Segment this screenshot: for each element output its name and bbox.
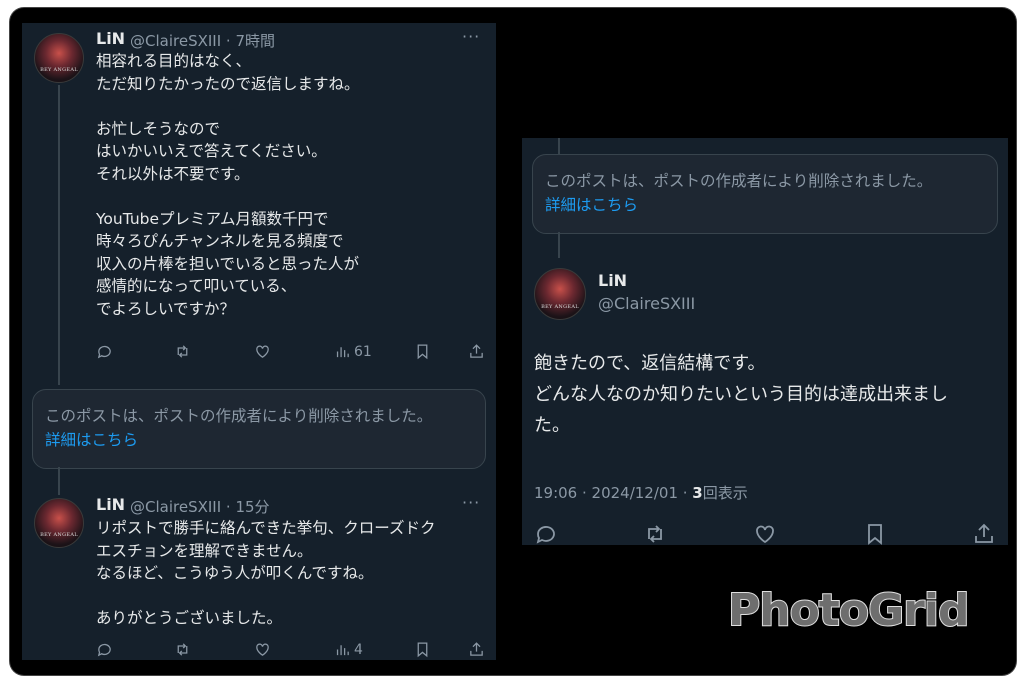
views-icon xyxy=(336,347,349,358)
left-screenshot-panel: BEY ANGEAL LiN @ClaireSXIII · 7時間 ··· 相容… xyxy=(22,23,496,660)
more-options-icon[interactable]: ··· xyxy=(462,493,480,512)
retweet-button[interactable] xyxy=(643,522,667,546)
more-options-icon[interactable]: ··· xyxy=(462,27,480,46)
thread-line xyxy=(558,138,560,154)
author-name[interactable]: LiN xyxy=(598,271,627,290)
tweet-actions xyxy=(534,522,1004,548)
like-button[interactable] xyxy=(254,343,271,360)
deleted-post-card: このポストは、ポストの作成者により削除されました。 詳細はこちら xyxy=(532,154,998,234)
bookmark-button[interactable] xyxy=(414,641,431,658)
reply-button[interactable] xyxy=(96,641,113,658)
bookmark-icon xyxy=(417,344,428,360)
retweet-button[interactable] xyxy=(174,343,191,360)
reply-button[interactable] xyxy=(534,522,558,546)
details-link[interactable]: 詳細はこちら xyxy=(45,428,138,450)
thread-line xyxy=(58,467,60,495)
reply-icon xyxy=(97,643,111,657)
tweet-text: 相容れる目的はなく、 ただ知りたかったので返信しますね。 お忙しそうなので はい… xyxy=(96,52,360,318)
share-button[interactable] xyxy=(468,641,485,658)
author-name[interactable]: LiN xyxy=(96,495,125,514)
share-button[interactable] xyxy=(468,343,485,360)
reply-icon xyxy=(97,345,111,359)
avatar-logo-text: BEY ANGEAL xyxy=(40,532,78,538)
like-button[interactable] xyxy=(753,522,777,546)
share-icon xyxy=(470,642,483,656)
like-icon xyxy=(256,345,269,358)
views-button[interactable]: 4 xyxy=(334,641,363,658)
retweet-button[interactable] xyxy=(174,641,191,658)
retweet-icon xyxy=(177,643,188,656)
photo-grid-frame: BEY ANGEAL LiN @ClaireSXIII · 7時間 ··· 相容… xyxy=(10,8,1016,675)
like-icon xyxy=(256,643,269,656)
author-handle[interactable]: @ClaireSXIII xyxy=(598,294,695,313)
retweet-icon xyxy=(177,345,188,358)
author-handle-time[interactable]: @ClaireSXIII · 7時間 xyxy=(130,30,275,51)
reply-button[interactable] xyxy=(96,343,113,360)
tweet-text: リポストで勝手に絡んできた挙句、クローズドク エスチョンを理解できません。 なる… xyxy=(96,519,436,627)
tweet-actions: 4 xyxy=(96,641,496,661)
avatar[interactable]: BEY ANGEAL xyxy=(34,33,84,83)
bookmark-icon xyxy=(868,524,882,545)
thread-line xyxy=(558,232,560,258)
details-link[interactable]: 詳細はこちら xyxy=(545,193,638,215)
retweet-icon xyxy=(648,525,662,543)
views-count: 61 xyxy=(354,343,372,360)
author-name[interactable]: LiN xyxy=(96,29,125,48)
bookmark-button[interactable] xyxy=(414,343,431,360)
bookmark-button[interactable] xyxy=(863,522,887,546)
avatar-logo-text: BEY ANGEAL xyxy=(40,67,78,73)
share-icon xyxy=(470,344,483,358)
tweet-meta: 19:06 · 2024/12/01 · 3回表示 xyxy=(534,482,748,503)
bookmark-icon xyxy=(417,642,428,658)
like-icon xyxy=(756,525,774,544)
views-icon xyxy=(336,645,349,656)
share-button[interactable] xyxy=(972,522,996,546)
tweet-text: 飽きたので、返信結構です。 どんな人なのか知りたいという目的は達成出来まし た。 xyxy=(534,353,948,436)
avatar-logo-text: BEY ANGEAL xyxy=(541,304,579,310)
avatar[interactable]: BEY ANGEAL xyxy=(534,268,586,320)
view-label: 回表示 xyxy=(702,484,748,502)
share-icon xyxy=(975,523,993,543)
author-handle-time[interactable]: @ClaireSXIII · 15分 xyxy=(130,496,270,517)
photogrid-watermark: PhotoGrid xyxy=(727,584,970,637)
tweet-actions: 61 xyxy=(96,343,496,363)
deleted-post-message: このポストは、ポストの作成者により削除されました。 xyxy=(545,172,933,190)
reply-icon xyxy=(536,526,555,544)
like-button[interactable] xyxy=(254,641,271,658)
deleted-post-message: このポストは、ポストの作成者により削除されました。 xyxy=(45,407,433,425)
avatar[interactable]: BEY ANGEAL xyxy=(34,498,84,548)
view-count: 3 xyxy=(692,484,703,502)
views-count: 4 xyxy=(354,641,363,658)
deleted-post-card: このポストは、ポストの作成者により削除されました。 詳細はこちら xyxy=(32,389,486,469)
right-screenshot-panel: このポストは、ポストの作成者により削除されました。 詳細はこちら BEY ANG… xyxy=(522,138,1008,545)
tweet-timestamp[interactable]: 19:06 · 2024/12/01 · xyxy=(534,484,692,502)
thread-line xyxy=(58,85,60,385)
views-button[interactable]: 61 xyxy=(334,343,372,360)
